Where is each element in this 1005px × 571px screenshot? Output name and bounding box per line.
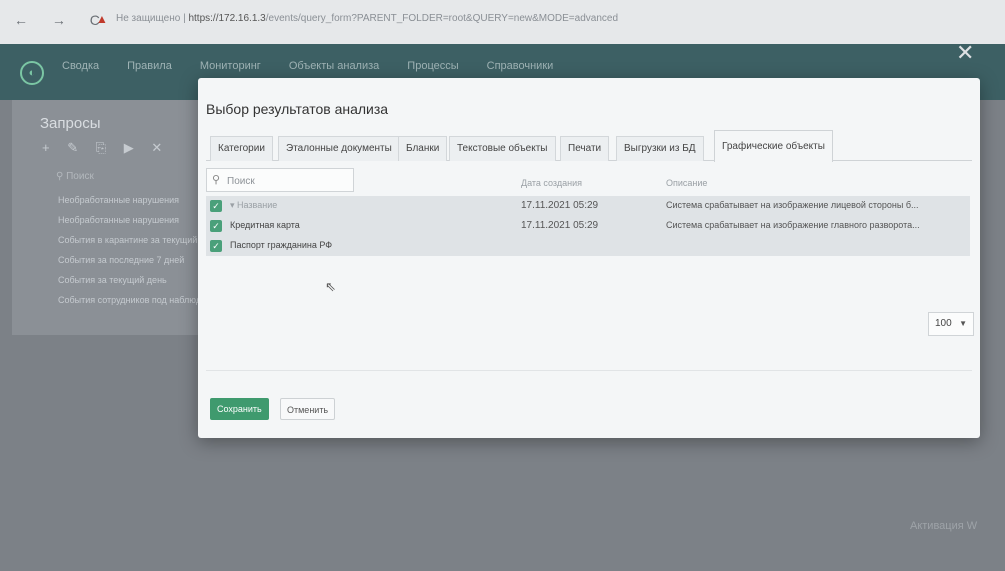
- table-header-row[interactable]: ✓ ▾ Название 17.11.2021 05:29 Система ср…: [206, 196, 970, 216]
- dialog-title: Выбор результатов анализа: [206, 101, 389, 117]
- table-cell-name: Паспорт гражданина РФ: [230, 240, 333, 250]
- tab-db-exports[interactable]: Выгрузки из БД: [616, 136, 704, 161]
- nav-item[interactable]: Процессы: [407, 60, 458, 72]
- search-field: ⚲: [206, 168, 354, 192]
- app-logo-icon[interactable]: ◐: [20, 61, 44, 85]
- address-bar[interactable]: Не защищено | https://172.16.1.3/events/…: [116, 13, 618, 24]
- search-input[interactable]: [225, 172, 349, 190]
- dialog-tabs: Категории Эталонные документы Бланки Тек…: [206, 130, 972, 162]
- sidebar-item[interactable]: Необработанные нарушения: [58, 190, 198, 210]
- table-cell-date: 17.11.2021 05:29: [521, 220, 599, 231]
- search-icon: ⚲: [212, 174, 221, 186]
- sidebar-title: Запросы: [40, 115, 101, 132]
- table-cell-date: 17.11.2021 05:29: [521, 200, 599, 211]
- nav-item[interactable]: Сводка: [62, 60, 99, 72]
- page-size-select[interactable]: 100 ▼: [928, 312, 974, 336]
- table-cell-description: Система срабатывает на изображение лицев…: [666, 200, 919, 210]
- tab-text-objects[interactable]: Текстовые объекты: [449, 136, 556, 161]
- activation-watermark: Активация W: [910, 520, 978, 532]
- tab-forms[interactable]: Бланки: [398, 136, 448, 161]
- column-header-description: Описание: [666, 178, 708, 188]
- nav-item[interactable]: Мониторинг: [200, 60, 261, 72]
- table-cell-description: Система срабатывает на изображение главн…: [666, 220, 920, 230]
- table-row[interactable]: ✓ Кредитная карта 17.11.2021 05:29 Систе…: [206, 216, 970, 236]
- mouse-cursor-icon: ⇖: [325, 279, 336, 294]
- sidebar-toolbar[interactable]: + ✎ ⎘ ▶ ✕: [42, 140, 169, 156]
- tab-categories[interactable]: Категории: [210, 136, 273, 161]
- nav-item[interactable]: Справочники: [487, 60, 554, 72]
- sidebar-search[interactable]: ⚲ Поиск: [56, 171, 94, 182]
- tab-stamps[interactable]: Печати: [560, 136, 610, 161]
- tab-graphic-objects[interactable]: Графические объекты: [714, 130, 833, 162]
- chevron-down-icon: ▼: [959, 319, 967, 328]
- analysis-results-dialog: Выбор результатов анализа Категории Этал…: [198, 78, 980, 438]
- browser-toolbar: ← → C ▲ Не защищено | https://172.16.1.3…: [0, 0, 1005, 45]
- url-path: /events/query_form?PARENT_FOLDER=root&QU…: [265, 13, 619, 24]
- sidebar-query-list: Необработанные нарушения Необработанные …: [58, 190, 198, 310]
- nav-item[interactable]: Объекты анализа: [289, 60, 379, 72]
- sidebar-item[interactable]: События в карантине за текущий: [58, 230, 198, 250]
- sidebar-item[interactable]: Необработанные нарушения: [58, 210, 198, 230]
- nav-item[interactable]: Правила: [127, 60, 172, 72]
- table-row[interactable]: ✓ Паспорт гражданина РФ: [206, 236, 970, 256]
- app-nav: Сводка Правила Мониторинг Объекты анализ…: [62, 60, 553, 72]
- cancel-button[interactable]: Отменить: [280, 398, 336, 420]
- sidebar-search-placeholder: Поиск: [66, 171, 94, 182]
- sidebar-item[interactable]: События за последние 7 дней: [58, 250, 198, 270]
- save-button[interactable]: Сохранить: [210, 398, 269, 420]
- tab-reference-documents[interactable]: Эталонные документы: [278, 136, 400, 161]
- column-header-name-label: Название: [237, 200, 278, 210]
- divider: [206, 370, 972, 371]
- close-icon[interactable]: ✕: [956, 40, 974, 66]
- table-cell-name: Кредитная карта: [230, 220, 300, 230]
- column-header-date: Дата создания: [521, 178, 582, 188]
- row-checkbox[interactable]: ✓: [210, 240, 222, 252]
- row-checkbox[interactable]: ✓: [210, 220, 222, 232]
- sidebar-item[interactable]: События за текущий день: [58, 270, 198, 290]
- url-host: https://172.16.1.3: [188, 13, 266, 24]
- warning-icon: ▲: [96, 12, 108, 26]
- sidebar-item[interactable]: События сотрудников под наблюдением: [58, 290, 198, 310]
- column-header-name[interactable]: ▾ Название: [230, 200, 277, 211]
- page-size-value: 100: [935, 318, 952, 329]
- select-all-checkbox[interactable]: ✓: [210, 200, 222, 212]
- security-label: Не защищено: [116, 13, 181, 24]
